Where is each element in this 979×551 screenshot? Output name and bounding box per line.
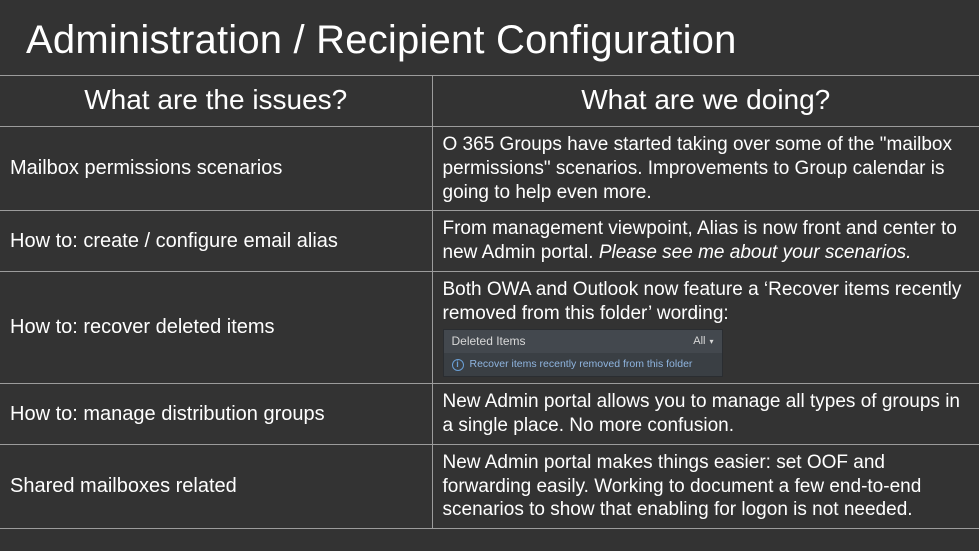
table-row: How to: recover deleted items Both OWA a…: [0, 271, 979, 384]
table-row: How to: manage distribution groups New A…: [0, 384, 979, 445]
issue-cell: Shared mailboxes related: [0, 444, 432, 528]
header-issues: What are the issues?: [0, 76, 432, 127]
doing-cell: New Admin portal allows you to manage al…: [432, 384, 979, 445]
deleted-items-ui-snippet: Deleted Items All ▾ i Recover items rece…: [443, 329, 723, 377]
deleted-items-filter: All ▾: [693, 335, 713, 349]
doing-cell: Both OWA and Outlook now feature a ‘Reco…: [432, 271, 979, 384]
doing-cell: O 365 Groups have started taking over so…: [432, 127, 979, 211]
issue-cell: How to: recover deleted items: [0, 271, 432, 384]
issue-cell: How to: manage distribution groups: [0, 384, 432, 445]
doing-italic: Please see me about your scenarios.: [599, 242, 912, 263]
deleted-items-header: Deleted Items All ▾: [444, 330, 722, 353]
doing-text: Both OWA and Outlook now feature a ‘Reco…: [443, 279, 962, 324]
deleted-items-label: Deleted Items: [452, 334, 526, 349]
doing-cell: New Admin portal makes things easier: se…: [432, 444, 979, 528]
issue-cell: Mailbox permissions scenarios: [0, 127, 432, 211]
doing-cell: From management viewpoint, Alias is now …: [432, 211, 979, 272]
table-row: Mailbox permissions scenarios O 365 Grou…: [0, 127, 979, 211]
header-doing: What are we doing?: [432, 76, 979, 127]
deleted-items-body: i Recover items recently removed from th…: [444, 353, 722, 376]
info-icon: i: [452, 359, 464, 371]
slide-title: Administration / Recipient Configuration: [0, 0, 979, 75]
table-row: Shared mailboxes related New Admin porta…: [0, 444, 979, 528]
table-header-row: What are the issues? What are we doing?: [0, 76, 979, 127]
recover-link-text: Recover items recently removed from this…: [470, 358, 693, 371]
issue-cell: How to: create / configure email alias: [0, 211, 432, 272]
content-table: What are the issues? What are we doing? …: [0, 75, 979, 529]
chevron-down-icon: ▾: [709, 337, 713, 347]
table-row: How to: create / configure email alias F…: [0, 211, 979, 272]
filter-label: All: [693, 335, 705, 349]
